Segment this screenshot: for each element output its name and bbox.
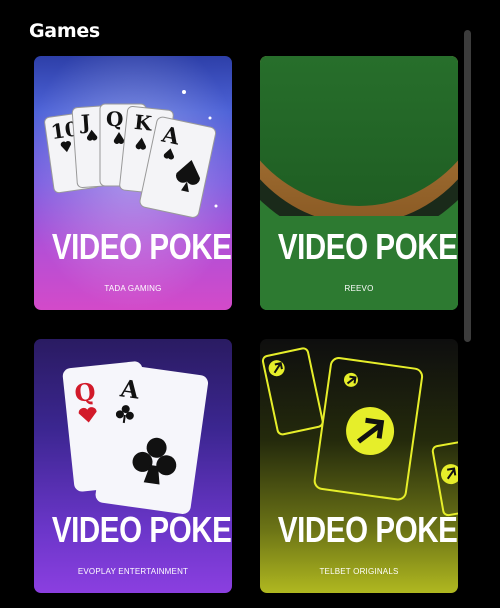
game-provider: EVOPLAY ENTERTAINMENT	[77, 567, 189, 576]
game-provider: TADA GAMING	[104, 284, 162, 293]
game-provider: TELBET ORIGINALS	[319, 567, 399, 576]
game-tile-telbet-video-poker[interactable]: VIDEO POKER TELBET ORIGINALS	[260, 339, 458, 593]
card-label: K	[133, 110, 153, 136]
game-tile-evoplay-video-poker[interactable]: Q A VIDEO POKER EVOPLAY ENTERTAINMENT	[34, 339, 232, 593]
game-provider: REEVO	[344, 284, 374, 293]
neon-arrow-cards-icon	[261, 347, 458, 517]
poker-table-icon	[260, 56, 458, 310]
game-title: VIDEO POKER	[277, 509, 458, 550]
section-title: Games	[29, 20, 100, 42]
card-label: Q	[106, 107, 123, 131]
game-title: VIDEO POKER	[277, 226, 458, 267]
card-label: Q	[73, 377, 97, 408]
game-tile-reevo-video-poker[interactable]: VIDEO POKER REEVO	[260, 56, 458, 310]
queen-ace-cards-icon: Q A	[62, 361, 209, 514]
game-title: VIDEO POKER	[51, 509, 232, 550]
playing-cards-fan-icon: 10 J Q K A	[34, 56, 232, 310]
scrollbar[interactable]	[464, 30, 471, 342]
game-title: VIDEO POKER	[51, 226, 232, 267]
game-tile-tada-video-poker[interactable]: 10 J Q K A VIDEO POK TADA GAMING	[34, 56, 232, 310]
